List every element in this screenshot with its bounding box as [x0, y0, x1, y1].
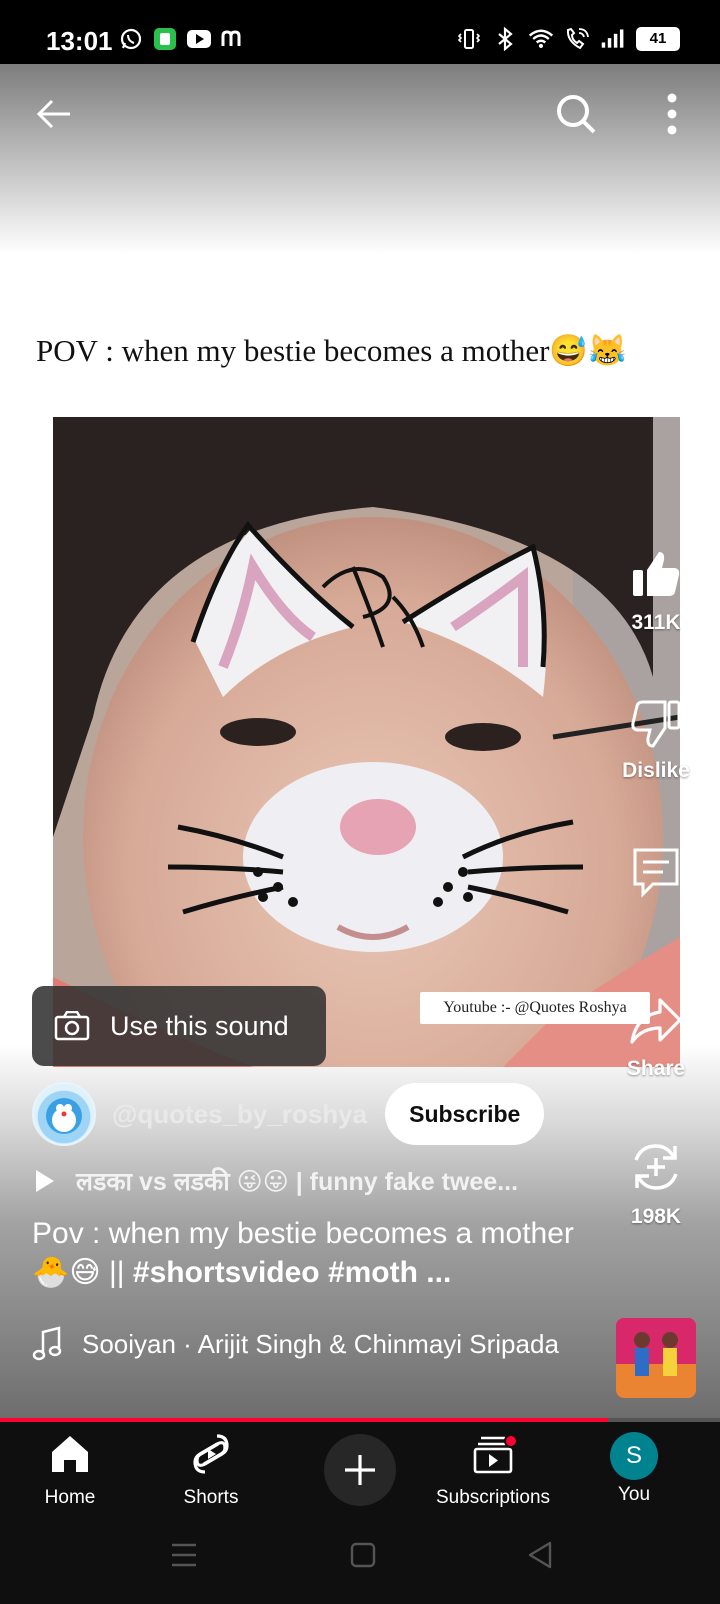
shorts-icon [193, 1434, 229, 1474]
battery-icon: 41 [636, 27, 680, 51]
album-art[interactable] [616, 1318, 696, 1398]
bottom-navigation: Home Shorts Subscriptions S You [0, 1422, 720, 1518]
video-image [53, 417, 680, 1067]
back-triangle-icon[interactable] [526, 1540, 554, 1570]
menu-icon[interactable] [170, 1542, 198, 1568]
dislike-button[interactable]: Dislike [606, 696, 706, 783]
system-navigation-bar [0, 1518, 720, 1604]
status-time: 13:01 [46, 26, 113, 56]
search-icon [557, 95, 596, 134]
comments-button[interactable] [606, 844, 706, 903]
channel-handle[interactable]: @quotes_by_roshya [112, 1099, 367, 1130]
create-button[interactable] [324, 1434, 396, 1506]
you-avatar: S [610, 1432, 658, 1480]
subscribe-button[interactable]: Subscribe [385, 1083, 545, 1145]
remix-count: 198K [630, 1205, 682, 1228]
like-button[interactable]: 311K [606, 548, 706, 635]
video-caption: POV : when my bestie becomes a mother😅😹 [36, 333, 627, 368]
doraemon-avatar-icon [46, 1098, 82, 1134]
thumb-up-icon [633, 552, 680, 596]
wifi-icon [528, 26, 554, 52]
remix-button[interactable]: 198K [606, 1138, 706, 1229]
share-button[interactable]: Share [606, 994, 706, 1081]
wifi-call-icon [564, 26, 590, 52]
use-this-sound-button[interactable]: Use this sound [32, 986, 326, 1066]
nav-subscriptions-label: Subscriptions [435, 1487, 551, 1508]
comment-icon [633, 848, 679, 898]
video-frame[interactable] [53, 417, 680, 1067]
status-system-icons: 41 [456, 26, 680, 52]
nav-shorts[interactable]: Shorts [136, 1432, 286, 1509]
whatsapp-icon [118, 26, 144, 52]
search-button[interactable] [548, 86, 604, 142]
bluetooth-icon [492, 26, 518, 52]
share-icon [630, 998, 682, 1044]
share-label: Share [626, 1057, 686, 1080]
nav-you[interactable]: S You [559, 1432, 709, 1506]
nav-shorts-label: Shorts [183, 1487, 239, 1508]
nav-home-label: Home [44, 1487, 96, 1508]
plus-icon [345, 1455, 375, 1485]
like-count: 311K [631, 611, 681, 634]
related-video-title: लडका vs लडकी 😜😛 | funny fake twee... [76, 1168, 519, 1196]
thumb-down-icon [631, 700, 681, 748]
channel-avatar[interactable] [32, 1082, 96, 1146]
back-button[interactable] [26, 86, 82, 142]
music-note-icon [32, 1326, 62, 1361]
channel-row: @quotes_by_roshya Subscribe [32, 1082, 545, 1146]
related-video-link[interactable]: लडका vs लडकी 😜😛 | funny fake twee... [36, 1164, 518, 1198]
shorts-viewer[interactable]: POV : when my bestie becomes a mother😅😹 [0, 64, 720, 1418]
more-button[interactable] [644, 86, 700, 142]
more-vert-icon [667, 93, 677, 135]
remix-icon [634, 1144, 678, 1190]
home-icon [52, 1436, 88, 1472]
video-title-hashtags: #shortsvideo #moth ... [132, 1256, 452, 1289]
home-square-icon[interactable] [350, 1542, 376, 1568]
nav-you-label: You [617, 1484, 651, 1505]
use-this-sound-label: Use this sound [110, 1010, 289, 1041]
play-icon [36, 1170, 54, 1192]
nav-home[interactable]: Home [0, 1432, 145, 1509]
nav-subscriptions[interactable]: Subscriptions [418, 1432, 568, 1509]
dislike-label: Dislike [622, 759, 690, 782]
subscriptions-notification-dot [504, 1434, 518, 1448]
signal-icon [600, 26, 626, 52]
app-icon [152, 26, 178, 52]
vibrate-icon [456, 26, 482, 52]
music-text: Sooiyan · Arijit Singh & Chinmayi Sripad… [82, 1328, 559, 1359]
album-art-image [616, 1318, 696, 1398]
youtube-icon [186, 26, 212, 52]
camera-icon [54, 1011, 90, 1041]
status-bar: 13:01 41 [0, 0, 720, 64]
m-icon [220, 26, 246, 52]
status-notification-icons [118, 26, 246, 52]
video-title[interactable]: Pov : when my bestie becomes a mother 🐣😅… [32, 1214, 592, 1292]
music-row[interactable]: Sooiyan · Arijit Singh & Chinmayi Sripad… [32, 1326, 559, 1362]
back-arrow-icon [36, 99, 70, 129]
